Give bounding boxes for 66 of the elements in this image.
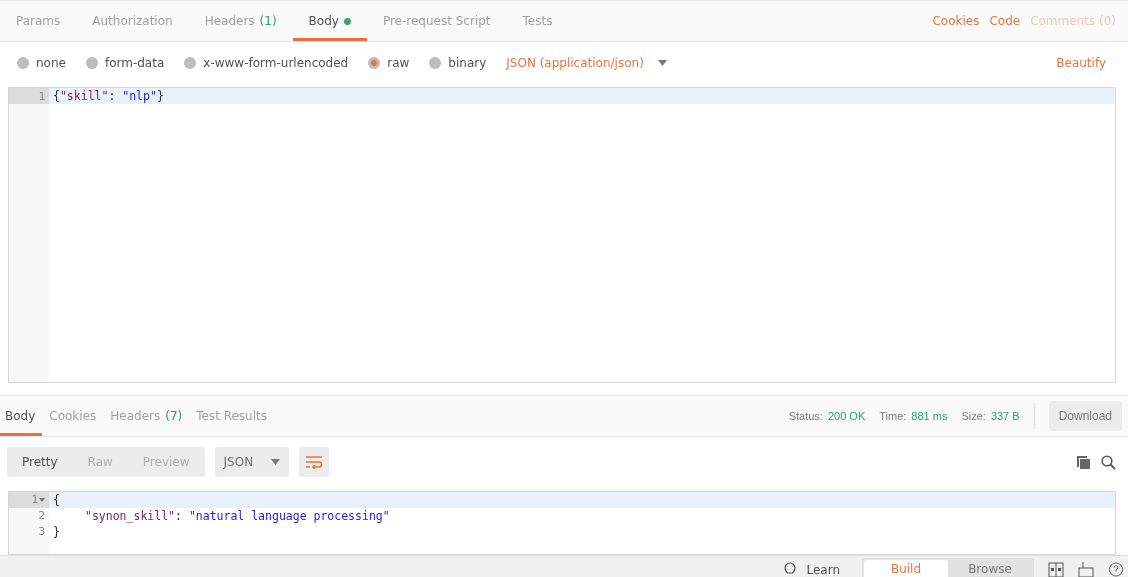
radio-label: raw	[387, 55, 410, 70]
tab-count: (1)	[259, 14, 277, 29]
tab-label: Headers	[204, 14, 255, 29]
help-icon[interactable]	[1108, 562, 1124, 577]
response-tab[interactable]: Body	[0, 398, 43, 436]
tab-count: (7)	[165, 408, 183, 423]
radio-button[interactable]	[17, 56, 29, 69]
format-select[interactable]: JSON	[214, 447, 289, 478]
request-body-editor[interactable]: 1 {"skill": "nlp"}	[8, 87, 1116, 383]
line-number: 1	[31, 493, 38, 507]
code-line: {	[53, 492, 60, 507]
line-number: 1	[38, 89, 45, 103]
header-link[interactable]: Code	[989, 14, 1021, 29]
response-meta: Size: 337 B	[961, 409, 1020, 422]
code-line: }	[53, 524, 60, 539]
line-number: 3	[38, 525, 45, 539]
tab-label: Headers	[110, 408, 161, 423]
radio-label: x-www-form-urlencoded	[203, 55, 349, 70]
mode-tab[interactable]: Browse	[948, 560, 1032, 577]
request-tab[interactable]: Tests	[506, 4, 569, 42]
tab-label: Pre-request Script	[382, 14, 491, 29]
line-number: 2	[38, 509, 45, 523]
response-tab[interactable]: Test Results	[189, 398, 274, 436]
response-tab[interactable]: Headers (7)	[103, 398, 190, 436]
response-tab[interactable]: Cookies	[42, 398, 104, 436]
caret-icon	[657, 59, 667, 66]
radio-button[interactable]	[184, 56, 197, 69]
header-link[interactable]: Cookies	[932, 14, 980, 29]
response-body-viewer[interactable]: 1 2 3 { "synon_skill": "natural language processing" }	[8, 490, 1116, 556]
radio-label: form-data	[104, 55, 165, 70]
request-tab[interactable]: Pre-request Script	[366, 4, 507, 42]
fold-caret-icon[interactable]	[39, 497, 45, 502]
tab-label: Tests	[522, 14, 553, 29]
radio-button[interactable]	[85, 56, 98, 69]
request-tab[interactable]: Params	[0, 4, 77, 42]
view-mode-button[interactable]: Pretty	[7, 447, 73, 478]
response-meta: Time: 881 ms	[879, 409, 948, 422]
two-pane-icon[interactable]	[1048, 562, 1064, 577]
tab-label: Params	[16, 14, 61, 29]
tab-label: Body	[308, 14, 339, 29]
mode-tab[interactable]: Build	[864, 560, 948, 577]
radio-label: none	[36, 55, 66, 70]
beautify-link[interactable]: Beautify	[1056, 55, 1111, 70]
tab-label: Cookies	[49, 408, 97, 423]
request-tab[interactable]: Body	[292, 4, 367, 42]
caret-icon	[270, 459, 280, 466]
tab-label: Body	[5, 408, 36, 423]
response-meta: Status: 200 OK	[788, 409, 866, 422]
copy-icon[interactable]	[1076, 454, 1091, 470]
code-line: {"skill": "nlp"}	[53, 89, 164, 104]
code-line: "synon_skill": "natural language processing"	[85, 508, 390, 523]
download-button[interactable]: Download	[1048, 400, 1122, 431]
learn-link[interactable]: Learn	[806, 562, 840, 577]
radio-button[interactable]	[429, 56, 442, 69]
tab-label: Test Results	[196, 408, 267, 423]
search-icon[interactable]	[1101, 454, 1116, 470]
request-tab[interactable]: Headers (1)	[188, 4, 293, 42]
wrap-lines-button[interactable]	[298, 447, 329, 478]
request-tab[interactable]: Authorization	[76, 4, 189, 42]
view-mode-button[interactable]: Raw	[72, 447, 128, 478]
radio-label: binary	[448, 55, 487, 70]
radio-button[interactable]	[368, 56, 381, 69]
content-type-dropdown[interactable]: JSON (application/json)	[506, 55, 644, 70]
view-mode-button[interactable]: Preview	[127, 447, 205, 478]
wrap-lines-icon	[304, 455, 323, 470]
tab-label: Authorization	[92, 14, 173, 29]
